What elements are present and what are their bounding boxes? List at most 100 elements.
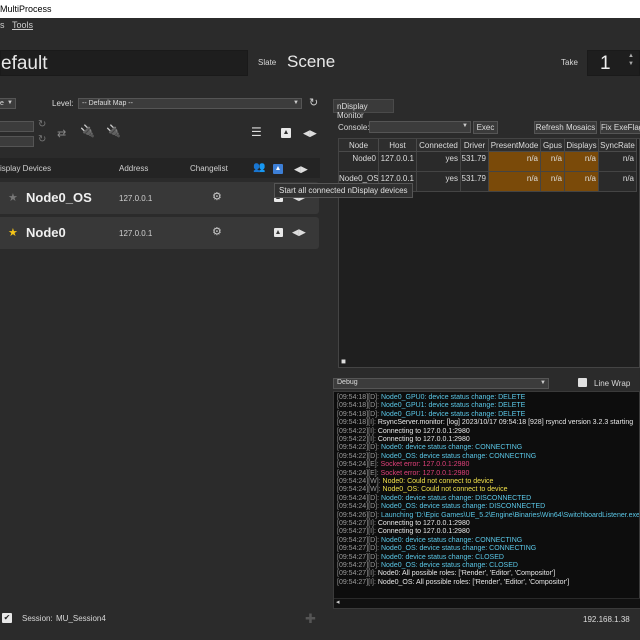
log-message: Node0_OS: Could not connect to device [382,486,508,494]
log-message: Connecting to 127.0.0.1:2980 [377,427,470,435]
table-cell: n/a [599,172,637,192]
log-line: [09:54:18][I]: RsyncServer.monitor: [log… [337,419,633,426]
upload-all-icon[interactable] [281,128,291,138]
refresh-mosaics-button[interactable]: Refresh Mosaics [534,121,597,134]
connect-all-plug-icon[interactable]: 🔌 [80,124,95,138]
log-horizontal-scrollbar[interactable] [334,598,640,608]
device-name: Node0 [26,225,66,240]
log-message: Node0_GPU1: device status change: DELETE [380,402,526,410]
log-line: [09:54:18][D]: Node0_GPU1: device status… [337,402,525,409]
log-line: [09:54:27][I]: Connecting to 127.0.0.1:2… [337,528,470,535]
console-input[interactable]: ▼ [369,121,471,133]
log-line: [09:54:18][D]: Node0_GPU1: device status… [337,411,525,418]
chevron-down-icon: ▼ [540,380,546,386]
table-cell: n/a [565,152,599,172]
session-checkbox[interactable]: ✔ [2,613,12,623]
tab-ndisplay-monitor[interactable]: nDisplay Monitor [333,99,394,120]
sync-icon[interactable]: ↻ [38,134,46,145]
take-spinner-icon[interactable]: ▲ ▼ [628,52,634,68]
star-icon[interactable]: ★ [8,226,18,239]
visibility-icon[interactable]: ◀▶ [292,227,306,238]
table-cell: n/a [541,172,565,192]
log-timestamp: [09:54:26][D]: [337,511,380,519]
swap-arrows-icon[interactable]: ⇄ [57,127,66,140]
log-line: [09:54:27][D]: Node0: device status chan… [337,537,522,544]
slate-field[interactable]: Scene [287,52,335,72]
column-header[interactable]: Host [379,139,417,152]
session-name: MU_Session4 [56,614,106,623]
log-line: [09:54:24][E]: Socket error: 127.0.0.1:2… [337,470,469,477]
changelist-icon[interactable]: ⚙ [212,225,222,238]
monitor-table: Node Host Connected Driver PresentMode G… [338,138,640,368]
log-message: Node0: device status change: CONNECTING [380,444,523,452]
log-message: Socket error: 127.0.0.1:2980 [380,469,470,477]
visibility-icon[interactable]: ◀▶ [294,164,308,175]
log-line: [09:54:24][W]: Node0_OS: Could not conne… [337,486,507,493]
fix-exe-flags-button[interactable]: Fix ExeFlag [600,121,640,134]
engine-combo[interactable] [0,136,34,147]
line-wrap-checkbox[interactable] [578,378,587,387]
people-icon[interactable]: 👥 [253,162,265,173]
take-label: Take [561,58,578,67]
config-name-field[interactable]: efault [0,50,248,76]
log-output[interactable]: [09:54:18][D]: Node0_GPU0: device status… [333,391,640,609]
log-message: Node0: device status change: DISCONNECTE… [380,494,532,502]
log-message: RsyncServer.monitor: [log] 2023/10/17 09… [377,419,634,427]
log-timestamp: [09:54:27][D]: [337,545,380,553]
session-label: Session: [22,614,53,623]
visibility-icon[interactable]: ◀▶ [303,128,317,139]
device-address: 127.0.0.1 [119,194,153,203]
level-combo[interactable]: -- Default Map -- ▼ [78,98,302,109]
log-timestamp: [09:54:18][D]: [337,394,380,401]
log-message: Node0_OS: All possible roles: ['Render',… [377,578,570,586]
menu-item-settings[interactable]: s [0,20,5,30]
start-device-icon[interactable] [274,228,283,237]
column-header[interactable]: Displays [565,139,599,152]
device-row[interactable]: ★ Node0_OS 127.0.0.1 ⚙ ◀▶ [0,182,319,214]
changelist-column-header: Changelist [190,164,228,173]
log-timestamp: [09:54:27][D]: [337,536,380,544]
table-cell: n/a [541,152,565,172]
address-column-header: Address [119,164,149,173]
column-header[interactable]: SyncRate [599,139,637,152]
plus-icon[interactable]: ✚ [305,611,316,627]
log-timestamp: [09:54:27][I]: [337,578,376,586]
project-combo[interactable] [0,121,34,132]
table-cell: 127.0.0.1 [379,152,417,172]
log-message: Node0_OS: device status change: CONNECTI… [380,452,537,460]
log-timestamp: [09:54:24][D]: [337,494,380,502]
column-header[interactable]: Driver [461,139,489,152]
table-cell: yes [417,152,461,172]
log-level-combo[interactable]: Debug ▼ [333,378,549,389]
table-cell: n/a [565,172,599,192]
log-message: Connecting to 127.0.0.1:2980 [377,436,470,443]
log-message: Node0_OS: device status change: CLOSED [380,562,518,569]
column-header[interactable]: Node [339,139,379,152]
star-icon[interactable]: ★ [8,191,18,204]
device-row[interactable]: ★ Node0 127.0.0.1 ⚙ ◀▶ [0,217,319,249]
log-timestamp: [09:54:24][W]: [337,478,381,485]
column-header[interactable]: Gpus [541,139,565,152]
log-timestamp: [09:54:22][I]: [337,427,376,435]
chevron-down-icon: ▼ [7,100,13,106]
sync-icon[interactable]: ↻ [38,119,46,130]
exec-button[interactable]: Exec [473,121,498,134]
tooltip: Start all connected nDisplay devices [274,183,413,198]
log-timestamp: [09:54:27][I]: [337,570,376,578]
log-timestamp: [09:54:24][E]: [337,469,379,477]
log-line: [09:54:27][D]: Node0_OS: device status c… [337,545,536,552]
start-all-devices-icon[interactable] [273,164,283,174]
menu-item-tools[interactable]: Tools [12,20,33,30]
disconnect-all-plug-icon[interactable]: 🔌 [106,124,121,138]
changelist-icon[interactable]: ⚙ [212,190,222,203]
multiuser-server-combo[interactable]: e ▼ [0,98,16,109]
settings-sliders-icon[interactable]: ☰ [251,125,262,139]
refresh-levels-icon[interactable]: ↻ [309,96,318,109]
line-wrap-label: Line Wrap [594,379,631,388]
column-header[interactable]: Connected [417,139,461,152]
column-header[interactable]: PresentMode [489,139,541,152]
devices-header: isplay Devices Address Changelist [0,158,320,178]
log-message: Node0_GPU0: device status change: DELETE [380,394,526,401]
log-timestamp: [09:54:18][D]: [337,402,380,410]
log-line: [09:54:18][D]: Node0_GPU0: device status… [337,394,525,401]
